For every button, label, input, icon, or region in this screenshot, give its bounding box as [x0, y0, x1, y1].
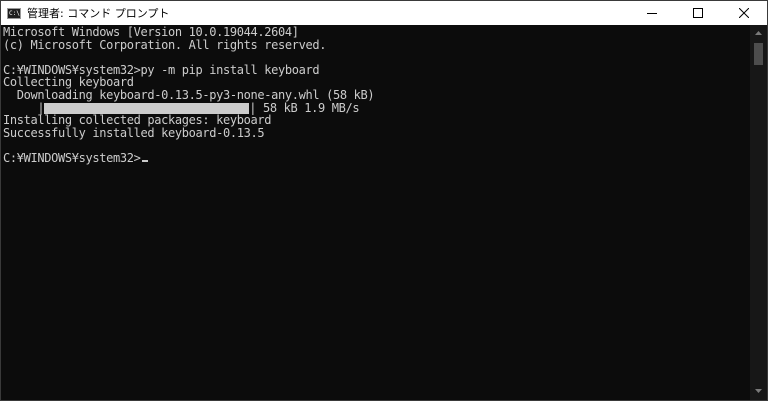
- console-line: Downloading keyboard-0.13.5-py3-none-any…: [3, 87, 375, 102]
- maximize-button[interactable]: [675, 1, 721, 25]
- vertical-scrollbar[interactable]: [750, 25, 767, 400]
- minimize-icon: [647, 13, 657, 14]
- cmd-window: C:\ 管理者: コマンド プロンプト Microsoft Windows [V…: [0, 0, 768, 401]
- text-cursor: [141, 159, 148, 162]
- console-line: Installing collected packages: keyboard: [3, 113, 272, 128]
- scroll-thumb[interactable]: [754, 43, 763, 65]
- chevron-down-icon: [755, 389, 762, 393]
- title-bar[interactable]: C:\ 管理者: コマンド プロンプト: [1, 1, 767, 25]
- window-title: 管理者: コマンド プロンプト: [27, 7, 170, 20]
- caption-buttons: [629, 1, 767, 25]
- close-icon: [739, 8, 749, 18]
- progress-prefix: |: [3, 100, 45, 115]
- close-button[interactable]: [721, 1, 767, 25]
- prompt-line[interactable]: C:¥WINDOWS¥system32>: [3, 152, 750, 165]
- console-output[interactable]: Microsoft Windows [Version 10.0.19044.26…: [1, 25, 750, 400]
- cmd-icon: C:\: [7, 7, 21, 19]
- console-line: Microsoft Windows [Version 10.0.19044.26…: [3, 25, 299, 39]
- progress-suffix: | 58 kB 1.9 MB/s: [249, 100, 360, 115]
- progress-bar: [44, 102, 250, 114]
- maximize-icon: [693, 8, 703, 18]
- prompt-text: C:¥WINDOWS¥system32>: [3, 150, 141, 165]
- download-progress: | | 58 kB 1.9 MB/s: [3, 100, 750, 115]
- console-line: Successfully installed keyboard-0.13.5: [3, 125, 265, 140]
- console-line: (c) Microsoft Corporation. All rights re…: [3, 37, 327, 52]
- minimize-button[interactable]: [629, 1, 675, 25]
- scroll-down-button[interactable]: [750, 383, 767, 400]
- chevron-up-icon: [755, 31, 762, 35]
- scroll-up-button[interactable]: [750, 25, 767, 42]
- console-text: Microsoft Windows [Version 10.0.19044.26…: [1, 25, 750, 165]
